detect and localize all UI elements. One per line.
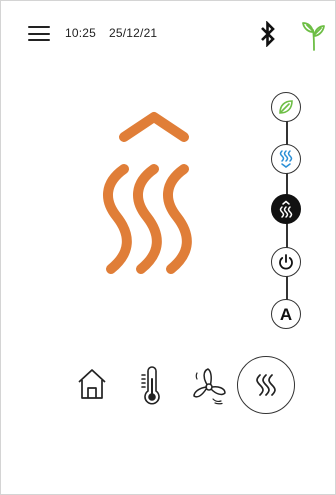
clock-time: 10:25 xyxy=(65,26,97,40)
mode-comfort-low-button[interactable] xyxy=(271,144,301,174)
heat-waves-up-icon xyxy=(279,200,293,218)
heat-waves-up-icon xyxy=(103,112,192,274)
fan-icon[interactable] xyxy=(187,365,231,409)
heat-waves-icon xyxy=(256,374,276,396)
power-icon xyxy=(279,254,293,270)
device-screen: 10:25 25/12/21 A xyxy=(0,0,336,495)
mode-comfort-high-button[interactable] xyxy=(271,194,301,224)
eco-leaf-icon[interactable] xyxy=(301,18,327,52)
mode-auto-label: A xyxy=(279,304,293,324)
menu-icon[interactable] xyxy=(28,26,50,42)
clock-date: 25/12/21 xyxy=(109,26,158,40)
heat-waves-down-icon xyxy=(279,150,293,168)
leaf-icon xyxy=(279,100,293,114)
mode-eco-button[interactable] xyxy=(271,92,301,122)
home-icon[interactable] xyxy=(76,367,108,401)
bluetooth-icon[interactable] xyxy=(259,21,277,47)
mode-power-button[interactable] xyxy=(271,247,301,277)
nav-heating-active-ring[interactable] xyxy=(237,356,295,414)
thermometer-icon[interactable] xyxy=(138,365,164,407)
mode-auto-button[interactable]: A xyxy=(271,299,301,329)
